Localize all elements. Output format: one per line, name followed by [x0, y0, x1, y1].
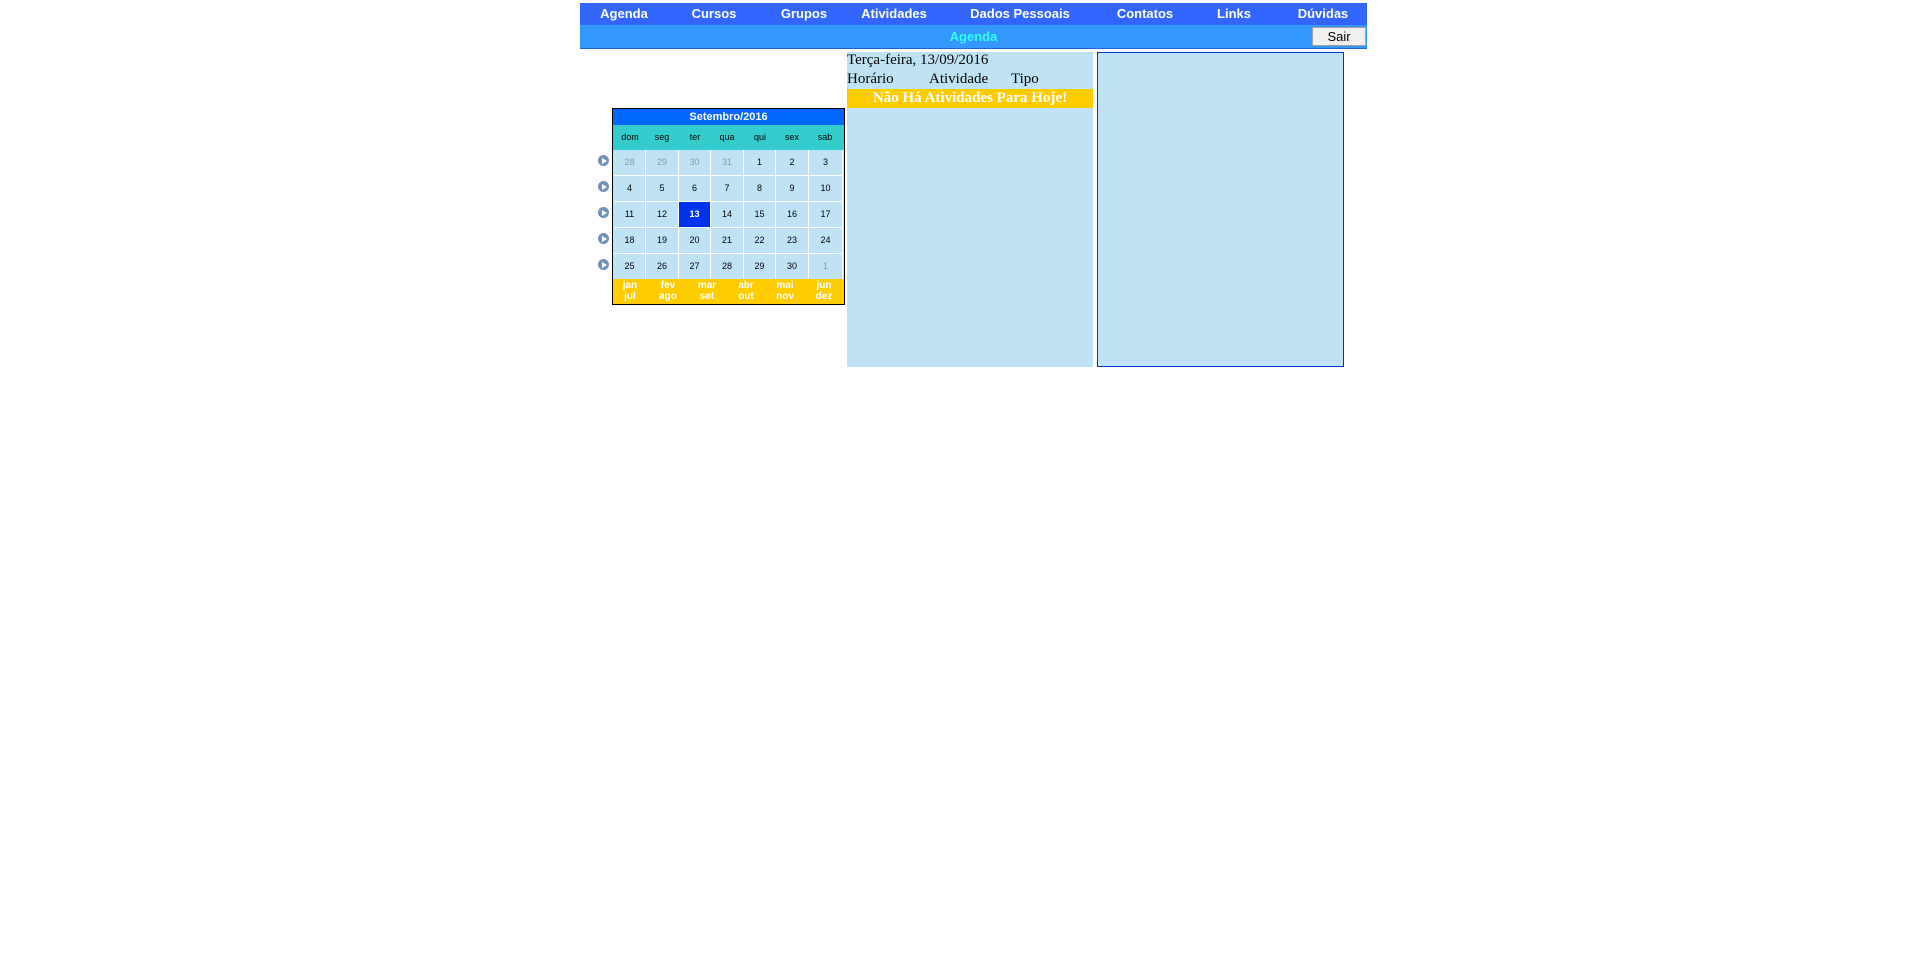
column-header-time: Horário — [847, 71, 894, 87]
calendar-day[interactable]: 23 — [776, 228, 809, 254]
week-select-arrow-icon[interactable] — [598, 259, 609, 270]
week-select-arrow-icon[interactable] — [598, 181, 609, 192]
calendar-day[interactable]: 12 — [646, 202, 679, 228]
nav-contatos[interactable]: Contatos — [1117, 3, 1173, 25]
nav-links[interactable]: Links — [1217, 3, 1251, 25]
month-link[interactable]: set — [691, 291, 723, 303]
current-date: Terça-feira, 13/09/2016 — [847, 52, 989, 68]
calendar-day[interactable]: 15 — [744, 202, 776, 228]
weekday-label: qua — [719, 132, 735, 142]
calendar-day[interactable]: 3 — [809, 150, 843, 176]
calendar-day[interactable]: 9 — [776, 176, 809, 202]
week-select-arrow-icon[interactable] — [598, 233, 609, 244]
week-select-arrow-icon[interactable] — [598, 155, 609, 166]
calendar-day[interactable]: 4 — [614, 176, 646, 202]
nav-grupos[interactable]: Grupos — [781, 3, 827, 25]
day-activities-panel: Terça-feira, 13/09/2016 Horário Atividad… — [847, 52, 1093, 367]
weekday-label: dom — [621, 132, 639, 142]
calendar-day[interactable]: 29 — [744, 254, 776, 280]
no-activities-message: Não Há Atividades Para Hoje! — [847, 89, 1093, 108]
column-header-type: Tipo — [1011, 71, 1039, 87]
calendar-day[interactable]: 1 — [809, 254, 843, 280]
nav-cursos[interactable]: Cursos — [692, 3, 737, 25]
calendar-day[interactable]: 6 — [679, 176, 711, 202]
calendar-day[interactable]: 2 — [776, 150, 809, 176]
calendar-day[interactable]: 31 — [711, 150, 744, 176]
nav-agenda[interactable]: Agenda — [600, 3, 648, 25]
logout-button[interactable]: Sair — [1312, 27, 1366, 46]
week-select-arrow-icon[interactable] — [598, 207, 609, 218]
calendar-day[interactable]: 30 — [776, 254, 809, 280]
side-panel — [1097, 52, 1344, 367]
nav-duvidas[interactable]: Dúvidas — [1298, 3, 1349, 25]
calendar-weekday-header: dom seg ter qua qui sex sab — [613, 125, 844, 150]
weekday-label: qui — [753, 132, 766, 142]
calendar-day[interactable]: 26 — [646, 254, 679, 280]
calendar-day[interactable]: 10 — [809, 176, 843, 202]
weekday-label: sex — [784, 132, 799, 142]
calendar-day[interactable]: 21 — [711, 228, 744, 254]
calendar-day[interactable]: 20 — [679, 228, 711, 254]
nav-dados-pessoais[interactable]: Dados Pessoais — [970, 3, 1070, 25]
calendar-day[interactable]: 27 — [679, 254, 711, 280]
month-link[interactable]: dez — [808, 291, 840, 303]
calendar-day[interactable]: 8 — [744, 176, 776, 202]
calendar-day[interactable]: 16 — [776, 202, 809, 228]
nav-atividades[interactable]: Atividades — [861, 3, 927, 25]
top-navigation: Agenda Cursos Grupos Atividades Dados Pe… — [580, 3, 1367, 25]
column-header-activity: Atividade — [929, 71, 989, 87]
calendar-day[interactable]: 7 — [711, 176, 744, 202]
calendar-day[interactable]: 19 — [646, 228, 679, 254]
calendar-day[interactable]: 14 — [711, 202, 744, 228]
calendar-day[interactable]: 13 — [679, 202, 711, 228]
calendar-day[interactable]: 1 — [744, 150, 776, 176]
mini-calendar: Setembro/2016 dom seg ter qua qui sex sa… — [612, 108, 845, 305]
calendar-day[interactable]: 30 — [679, 150, 711, 176]
calendar-day[interactable]: 17 — [809, 202, 843, 228]
calendar-month-title: Setembro/2016 — [613, 109, 844, 125]
calendar-day[interactable]: 28 — [711, 254, 744, 280]
weekday-label: ter — [689, 132, 701, 142]
month-selector: jan fev mar abr mai jun jul ago set out … — [613, 279, 844, 304]
section-title: Agenda — [949, 29, 998, 44]
calendar-day[interactable]: 24 — [809, 228, 843, 254]
calendar-day[interactable]: 22 — [744, 228, 776, 254]
calendar-day[interactable]: 11 — [614, 202, 646, 228]
calendar-day[interactable]: 5 — [646, 176, 679, 202]
month-link[interactable]: nov — [769, 291, 801, 303]
calendar-day[interactable]: 28 — [614, 150, 646, 176]
month-link[interactable]: ago — [652, 291, 684, 303]
calendar-day[interactable]: 29 — [646, 150, 679, 176]
month-link[interactable]: out — [730, 291, 762, 303]
weekday-label: seg — [654, 132, 670, 142]
section-bar: Agenda Sair — [580, 25, 1367, 49]
calendar-day[interactable]: 18 — [614, 228, 646, 254]
weekday-label: sab — [817, 132, 833, 142]
calendar-day[interactable]: 25 — [614, 254, 646, 280]
month-link[interactable]: jul — [614, 291, 646, 303]
